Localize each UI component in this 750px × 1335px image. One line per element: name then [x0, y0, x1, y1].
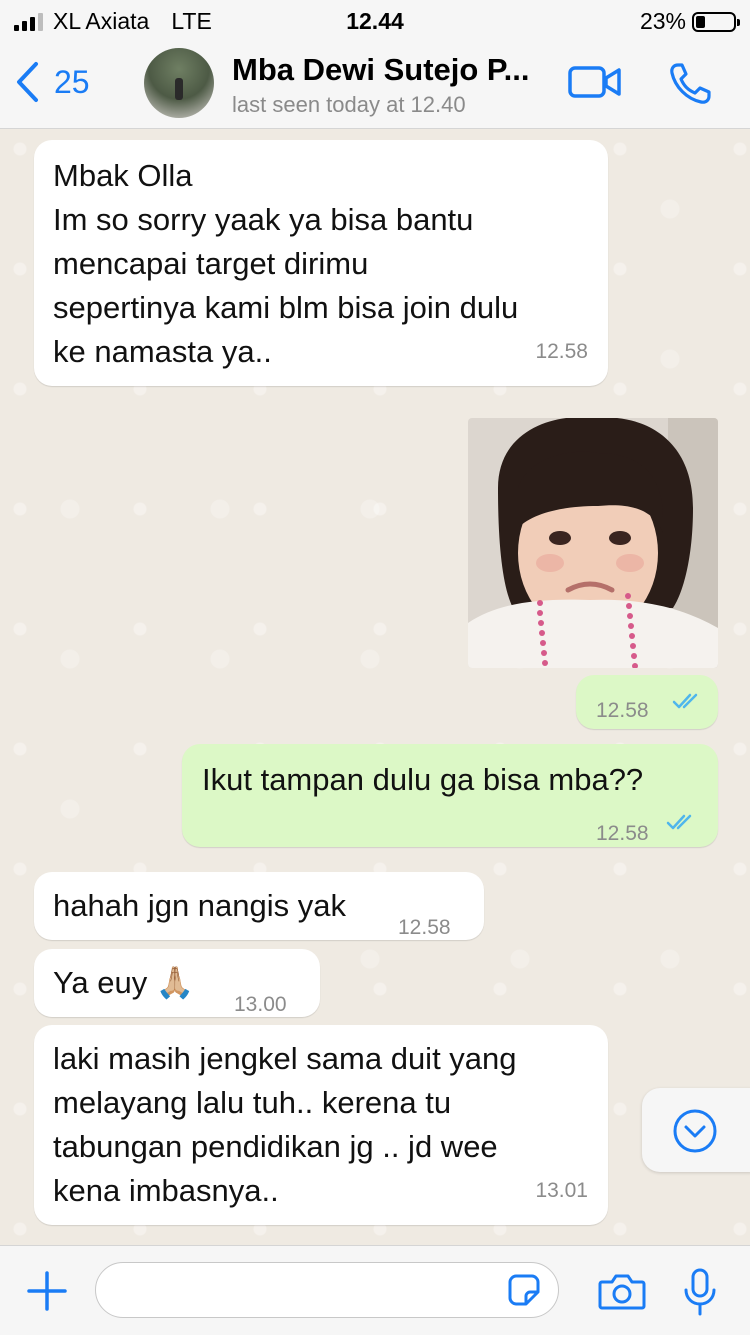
clock: 12.44: [346, 8, 404, 34]
phone-icon[interactable]: [668, 62, 712, 106]
plus-icon[interactable]: [26, 1270, 68, 1312]
battery-icon: [692, 11, 740, 32]
back-button[interactable]: 25: [14, 60, 90, 104]
message-time: 12.58: [535, 340, 588, 363]
battery-percentage: 23%: [639, 8, 686, 34]
message-input[interactable]: [95, 1262, 559, 1318]
message-bubble-incoming[interactable]: laki masih jengkel sama duit yang melaya…: [34, 1025, 608, 1225]
message-line: tabungan pendidikan jg .. jd wee: [53, 1129, 498, 1164]
crying-child-photo: [468, 418, 718, 668]
video-call-icon[interactable]: [568, 64, 622, 100]
message-line: Mbak Olla: [53, 158, 193, 193]
status-bar: XL Axiata LTE 12.44 23%: [0, 0, 750, 40]
message-text: hahah jgn nangis yak: [53, 888, 347, 923]
message-composer: [0, 1245, 750, 1335]
camera-icon[interactable]: [598, 1272, 646, 1312]
message-bubble-incoming[interactable]: Ya euy 🙏🏼 13.00: [34, 949, 320, 1017]
message-line: sepertinya kami blm bisa join dulu: [53, 290, 519, 325]
message-time: 13.01: [535, 1179, 588, 1202]
message-line: Im so sorry yaak ya bisa bantu: [53, 202, 474, 237]
message-line: laki masih jengkel sama duit yang: [53, 1041, 517, 1076]
message-bubble-outgoing[interactable]: Ikut tampan dulu ga bisa mba?? 12.58: [182, 744, 718, 847]
message-time: 12.58: [596, 699, 649, 722]
chat-header: 25 Mba Dewi Sutejo P... last seen today …: [0, 40, 750, 129]
message-time: 12.58: [596, 822, 649, 845]
chevron-left-icon: [17, 62, 38, 102]
message-bubble-outgoing[interactable]: 12.58: [576, 675, 718, 729]
message-line: ke namasta ya..: [53, 334, 272, 369]
scroll-to-bottom-button[interactable]: [642, 1088, 750, 1172]
message-time: 13.00: [234, 993, 287, 1016]
chat-messages[interactable]: Mbak Olla Im so sorry yaak ya bisa bantu…: [0, 129, 750, 1245]
message-bubble-incoming[interactable]: hahah jgn nangis yak 12.58: [34, 872, 484, 940]
chevron-down-circle-icon: [673, 1109, 717, 1153]
message-text: Ya euy 🙏🏼: [53, 965, 195, 1000]
message-line: kena imbasnya..: [53, 1173, 279, 1208]
contact-name[interactable]: Mba Dewi Sutejo P...: [232, 52, 529, 88]
message-time: 12.58: [398, 916, 451, 939]
microphone-icon[interactable]: [682, 1268, 718, 1316]
message-image[interactable]: [468, 418, 718, 668]
read-receipt-icon: [672, 693, 698, 709]
last-seen-status: last seen today at 12.40: [232, 92, 466, 117]
avatar[interactable]: [144, 48, 214, 118]
message-bubble-incoming[interactable]: Mbak Olla Im so sorry yaak ya bisa bantu…: [34, 140, 608, 386]
message-line: melayang lalu tuh.. kerena tu: [53, 1085, 452, 1120]
unread-count: 25: [54, 63, 90, 100]
read-receipt-icon: [666, 814, 692, 830]
sticker-icon[interactable]: [508, 1274, 540, 1306]
message-text: Ikut tampan dulu ga bisa mba??: [202, 762, 644, 797]
message-line: mencapai target dirimu: [53, 246, 369, 281]
